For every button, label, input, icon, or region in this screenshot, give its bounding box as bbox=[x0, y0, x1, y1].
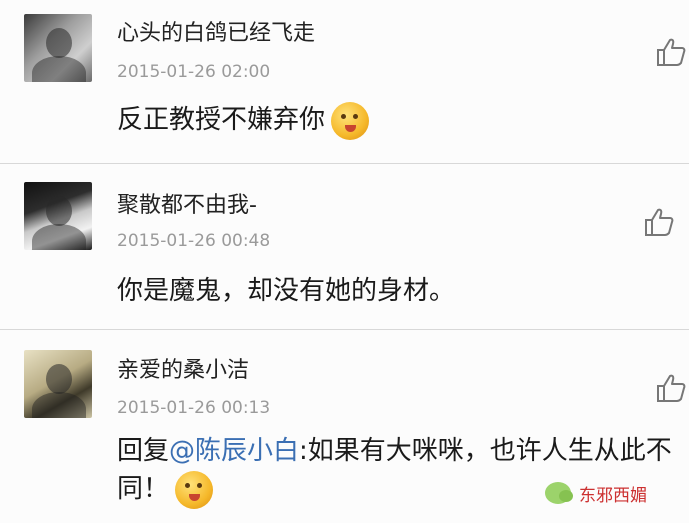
comment-timestamp: 2015-01-26 00:48 bbox=[117, 231, 271, 251]
comment-username[interactable]: 亲爱的桑小洁 bbox=[117, 352, 249, 384]
reply-prefix: 回复 bbox=[117, 436, 170, 466]
comment-body: 反正教授不嫌弃你 bbox=[117, 105, 326, 135]
avatar[interactable] bbox=[24, 182, 92, 250]
avatar-shoulder-shape bbox=[32, 392, 86, 418]
thumbs-up-icon[interactable] bbox=[655, 36, 687, 68]
smile-emoji-icon bbox=[175, 470, 214, 509]
avatar-head-shape bbox=[46, 364, 72, 394]
comment-item: 心头的白鸽已经飞走 2015-01-26 02:00 反正教授不嫌弃你 bbox=[0, 0, 689, 163]
avatar[interactable] bbox=[24, 350, 92, 418]
comment-timestamp: 2015-01-26 02:00 bbox=[117, 62, 271, 82]
comment-text: 回复@陈辰小白:如果有大咪咪，也许人生从此不同！ bbox=[117, 432, 677, 509]
comment-item: 聚散都不由我- 2015-01-26 00:48 你是魔鬼，却没有她的身材。 bbox=[0, 164, 689, 329]
comment-text: 反正教授不嫌弃你 bbox=[117, 101, 370, 140]
avatar-head-shape bbox=[46, 28, 72, 58]
comment-timestamp: 2015-01-26 00:13 bbox=[117, 398, 271, 418]
smile-tongue-emoji-icon bbox=[331, 101, 370, 140]
comment-text: 你是魔鬼，却没有她的身材。 bbox=[117, 276, 456, 306]
comment-list: 心头的白鸽已经飞走 2015-01-26 02:00 反正教授不嫌弃你 聚散都不… bbox=[0, 0, 689, 523]
comment-item: 亲爱的桑小洁 2015-01-26 00:13 回复@陈辰小白:如果有大咪咪，也… bbox=[0, 330, 689, 523]
mention-link[interactable]: @陈辰小白 bbox=[169, 436, 299, 466]
comment-username[interactable]: 心头的白鸽已经飞走 bbox=[117, 15, 315, 47]
thumbs-up-icon[interactable] bbox=[643, 206, 675, 238]
avatar-shoulder-shape bbox=[32, 56, 86, 82]
comment-username[interactable]: 聚散都不由我- bbox=[117, 187, 257, 219]
avatar-shoulder-shape bbox=[32, 224, 86, 250]
thumbs-up-icon[interactable] bbox=[655, 372, 687, 404]
avatar[interactable] bbox=[24, 14, 92, 82]
avatar-head-shape bbox=[46, 196, 72, 226]
